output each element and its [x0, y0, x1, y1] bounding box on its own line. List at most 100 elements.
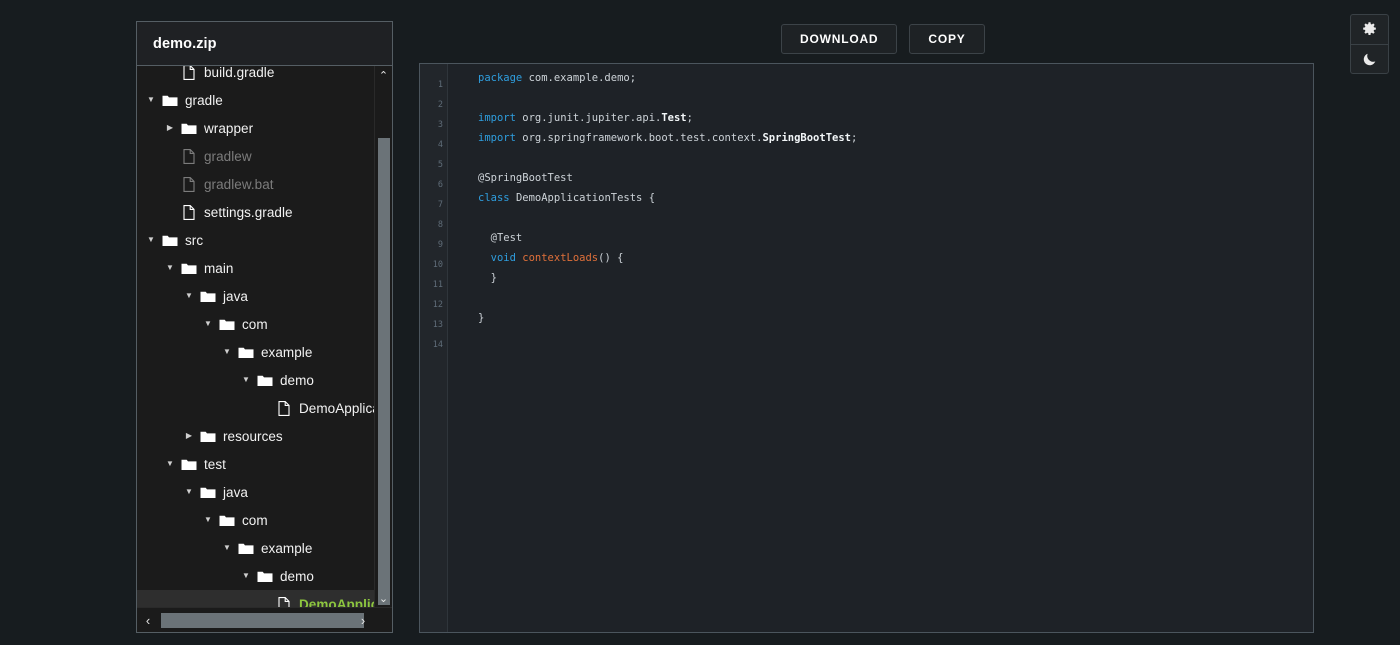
tree-item-label: test: [204, 456, 226, 472]
chevron-down-icon[interactable]: ▼: [200, 516, 216, 524]
folder-icon: [254, 374, 276, 387]
file-tree-viewport: build.gradle ▼ gradle ▶ wrapper gradlew gradle…: [137, 66, 374, 607]
tree-item-label: DemoApplicationTests.java: [299, 596, 374, 608]
folder-icon: [254, 570, 276, 583]
tree-file-row[interactable]: gradlew: [137, 142, 374, 170]
code-token: @Test: [478, 232, 523, 244]
chevron-down-icon[interactable]: ▼: [162, 264, 178, 272]
tree-item-label: com: [242, 512, 268, 528]
file-icon: [178, 204, 200, 220]
line-number: 5: [437, 160, 443, 170]
tree-item-label: DemoApplication.java: [299, 400, 374, 416]
tree-file-row[interactable]: gradlew.bat: [137, 170, 374, 198]
folder-icon: [159, 234, 181, 247]
chevron-down-icon[interactable]: ▼: [162, 460, 178, 468]
file-icon: [178, 148, 200, 164]
tree-folder-row[interactable]: ▼ com: [137, 506, 374, 534]
vertical-scroll-thumb[interactable]: [378, 138, 390, 605]
chevron-down-icon[interactable]: ▼: [143, 96, 159, 104]
file-icon: [178, 176, 200, 192]
tree-folder-row[interactable]: ▼ src: [137, 226, 374, 254]
tree-item-label: build.gradle: [204, 66, 275, 80]
tree-folder-row[interactable]: ▼ test: [137, 450, 374, 478]
scroll-up-button[interactable]: ⌃: [375, 66, 392, 84]
code-line: @SpringBootTest: [478, 168, 1313, 188]
tree-folder-row[interactable]: ▼ java: [137, 478, 374, 506]
chevron-right-icon[interactable]: ▶: [181, 432, 197, 440]
folder-icon: [197, 486, 219, 499]
code-token: import: [478, 112, 523, 124]
code-token: DemoApplicationTests: [515, 192, 643, 204]
tree-file-row[interactable]: DemoApplication.java: [137, 394, 374, 422]
code-line: package com.example.demo;: [478, 68, 1313, 88]
code-token: com.example.demo;: [528, 72, 637, 84]
folder-icon: [216, 514, 238, 527]
tree-folder-row[interactable]: ▼ main: [137, 254, 374, 282]
scroll-left-button[interactable]: ‹: [139, 608, 157, 632]
chevron-down-icon[interactable]: ▼: [181, 292, 197, 300]
line-number: 7: [437, 200, 443, 210]
file-tree-body: build.gradle ▼ gradle ▶ wrapper gradlew gradle…: [137, 66, 392, 632]
file-tree-list: build.gradle ▼ gradle ▶ wrapper gradlew gradle…: [137, 66, 374, 607]
moon-icon: [1361, 51, 1378, 68]
line-number: 4: [437, 140, 443, 150]
tree-folder-row[interactable]: ▶ resources: [137, 422, 374, 450]
code-line: @Test: [478, 228, 1313, 248]
tree-folder-row[interactable]: ▼ gradle: [137, 86, 374, 114]
chevron-down-icon[interactable]: ▼: [219, 348, 235, 356]
code-editor[interactable]: 1 2 3 4 5 6 7 8 9 10 11 12 13 14 package com.example.…: [419, 63, 1314, 633]
file-icon: [178, 66, 200, 80]
chevron-down-icon[interactable]: ▼: [200, 320, 216, 328]
tree-folder-row[interactable]: ▼ com: [137, 310, 374, 338]
tree-item-label: gradle: [185, 92, 223, 108]
code-token: @SpringBootTest: [478, 172, 573, 184]
code-token: ;: [686, 112, 693, 124]
line-number: 12: [432, 300, 443, 310]
code-token: }: [478, 272, 497, 284]
tree-file-row[interactable]: build.gradle: [137, 66, 374, 86]
tree-folder-row[interactable]: ▼ example: [137, 534, 374, 562]
tree-vertical-scrollbar[interactable]: ⌃ ⌄: [374, 66, 392, 607]
code-token: contextLoads: [522, 252, 599, 264]
tree-file-row[interactable]: DemoApplicationTests.java: [137, 590, 374, 607]
scroll-down-button[interactable]: ⌄: [375, 589, 392, 607]
code-line: }: [478, 308, 1313, 328]
tree-folder-row[interactable]: ▼ example: [137, 338, 374, 366]
chevron-down-icon[interactable]: ▼: [143, 236, 159, 244]
tree-item-label: wrapper: [204, 120, 254, 136]
tree-item-label: src: [185, 232, 204, 248]
chevron-down-icon[interactable]: ▼: [181, 488, 197, 496]
tree-folder-row[interactable]: ▼ demo: [137, 366, 374, 394]
code-content[interactable]: package com.example.demo; import org.jun…: [448, 64, 1313, 632]
tree-file-row[interactable]: settings.gradle: [137, 198, 374, 226]
code-token: {: [642, 192, 656, 204]
line-number: 6: [437, 180, 443, 190]
horizontal-scroll-thumb[interactable]: [161, 613, 364, 628]
chevron-down-icon[interactable]: ▼: [238, 376, 254, 384]
scroll-right-button[interactable]: ›: [354, 608, 372, 632]
chevron-right-icon[interactable]: ▶: [162, 124, 178, 132]
line-number: 3: [437, 120, 443, 130]
code-token: class: [478, 192, 516, 204]
code-token: package: [478, 72, 529, 84]
file-tree-panel: demo.zip build.gradle ▼ gradle ▶ wrapper grad…: [136, 21, 393, 633]
light-mode-button[interactable]: [1351, 15, 1388, 44]
tree-folder-row[interactable]: ▼ java: [137, 282, 374, 310]
tree-folder-row[interactable]: ▼ demo: [137, 562, 374, 590]
chevron-down-icon[interactable]: ▼: [238, 572, 254, 580]
chevron-down-icon[interactable]: ▼: [219, 544, 235, 552]
folder-icon: [178, 122, 200, 135]
copy-button[interactable]: COPY: [909, 24, 985, 54]
folder-icon: [235, 346, 257, 359]
download-button[interactable]: DOWNLOAD: [781, 24, 898, 54]
tree-item-label: java: [223, 288, 248, 304]
line-number: 9: [437, 240, 443, 250]
tree-horizontal-scrollbar[interactable]: ‹ ›: [137, 607, 392, 632]
tree-folder-row[interactable]: ▶ wrapper: [137, 114, 374, 142]
dark-mode-button[interactable]: [1351, 44, 1388, 73]
code-line: void contextLoads() {: [478, 248, 1313, 268]
